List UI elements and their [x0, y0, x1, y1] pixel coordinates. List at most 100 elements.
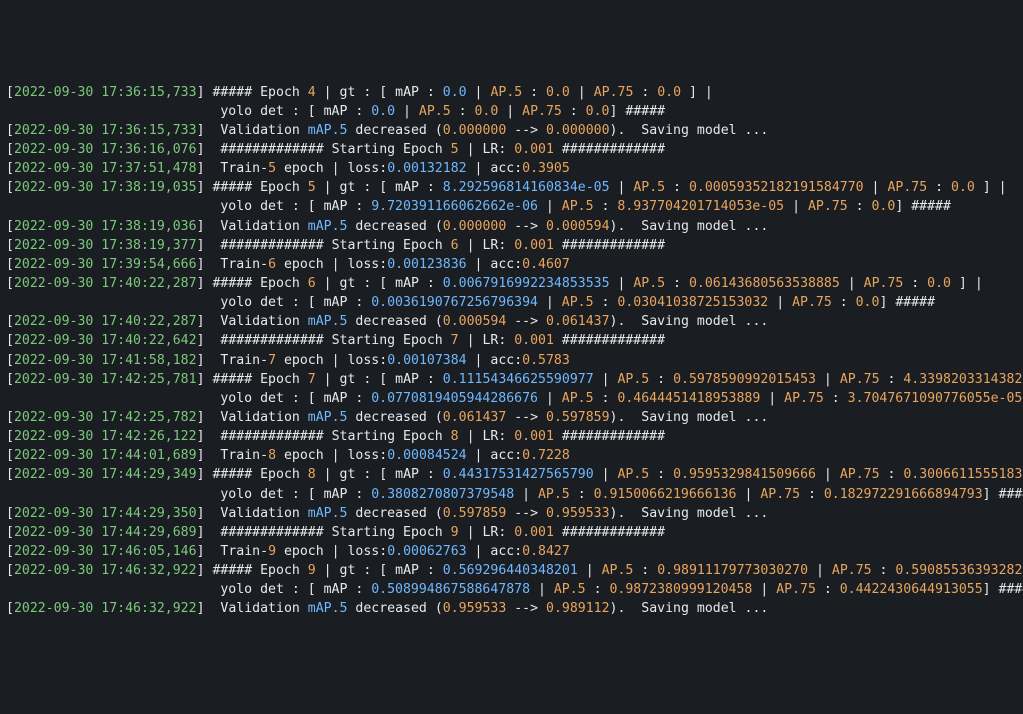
ap75-value: 0.4422430644913055	[840, 582, 983, 597]
bracket-open: [	[6, 429, 14, 444]
bracket-open: [	[6, 544, 14, 559]
train-epoch-number: 6	[268, 257, 276, 272]
epoch-number: 6	[308, 276, 316, 291]
ap75-key: AP.75	[808, 199, 848, 214]
log-line: yolo det : [ mAP : 0.0036190767256796394…	[6, 293, 1023, 312]
ap75-key: AP.75	[864, 276, 904, 291]
ap5-key: AP.5	[562, 199, 594, 214]
ap5-value: 0.9595329841509666	[673, 467, 816, 482]
log-line: [2022-09-30 17:36:15,733] ##### Epoch 4 …	[6, 83, 1023, 102]
ap75-value: 4.339820331438278e-05	[903, 372, 1023, 387]
bracket-close: ]	[197, 506, 205, 521]
log-line: [2022-09-30 17:42:25,782] Validation mAP…	[6, 408, 1023, 427]
acc-value: 0.3905	[522, 161, 570, 176]
start-epoch-number: 8	[451, 429, 459, 444]
ap5-key: AP.5	[562, 391, 594, 406]
validation-to: 0.989112	[546, 601, 610, 616]
epoch-number: 5	[308, 180, 316, 195]
ap5-value: 0.4644451418953889	[617, 391, 760, 406]
ap75-value: 0.0	[871, 199, 895, 214]
log-line: yolo det : [ mAP : 0.0 | AP.5 : 0.0 | AP…	[6, 102, 1023, 121]
ap5-key: AP.5	[617, 372, 649, 387]
map-value: 0.0067916992234853535	[443, 276, 610, 291]
train-epoch-number: 8	[268, 448, 276, 463]
timestamp: 2022-09-30 17:46:05,146	[14, 544, 197, 559]
learning-rate: 0.001	[514, 333, 554, 348]
bracket-close: ]	[197, 448, 205, 463]
ap5-value: 0.9872380999120458	[609, 582, 752, 597]
ap5-key: AP.5	[633, 180, 665, 195]
bracket-open: [	[6, 601, 14, 616]
log-line: [2022-09-30 17:38:19,377] ############# …	[6, 236, 1023, 255]
timestamp: 2022-09-30 17:39:54,666	[14, 257, 197, 272]
acc-value: 0.7228	[522, 448, 570, 463]
bracket-open: [	[6, 142, 14, 157]
timestamp: 2022-09-30 17:40:22,287	[14, 314, 197, 329]
validation-from: 0.000000	[443, 219, 507, 234]
bracket-close: ]	[197, 161, 205, 176]
map-value: 8.292596814160834e-05	[443, 180, 610, 195]
map-value: 9.720391166062662e-06	[371, 199, 538, 214]
bracket-open: [	[6, 525, 14, 540]
ap5-key: AP.5	[602, 563, 634, 578]
bracket-open: [	[6, 333, 14, 348]
timestamp: 2022-09-30 17:46:32,922	[14, 601, 197, 616]
log-line: [2022-09-30 17:44:29,349] ##### Epoch 8 …	[6, 465, 1023, 484]
ap5-key: AP.5	[562, 295, 594, 310]
ap75-key: AP.75	[594, 85, 634, 100]
timestamp: 2022-09-30 17:37:51,478	[14, 161, 197, 176]
ap75-key: AP.75	[784, 391, 824, 406]
bracket-close: ]	[197, 333, 205, 348]
map-value: 0.569296440348201	[443, 563, 578, 578]
log-line: [2022-09-30 17:37:51,478] Train-5 epoch …	[6, 159, 1023, 178]
bracket-open: [	[6, 410, 14, 425]
bracket-close: ]	[197, 467, 205, 482]
start-epoch-number: 6	[451, 238, 459, 253]
timestamp: 2022-09-30 17:44:29,349	[14, 467, 197, 482]
bracket-close: ]	[197, 525, 205, 540]
validation-from: 0.597859	[443, 506, 507, 521]
validation-metric: mAP.5	[308, 506, 348, 521]
bracket-open: [	[6, 85, 14, 100]
start-epoch-number: 5	[451, 142, 459, 157]
bracket-close: ]	[197, 180, 205, 195]
timestamp: 2022-09-30 17:42:26,122	[14, 429, 197, 444]
ap75-value: 0.0	[856, 295, 880, 310]
validation-to: 0.000000	[546, 123, 610, 138]
ap75-value: 3.7047671090776055e-05	[848, 391, 1023, 406]
bracket-close: ]	[197, 238, 205, 253]
map-value: 0.44317531427565790	[443, 467, 594, 482]
bracket-open: [	[6, 276, 14, 291]
bracket-close: ]	[197, 563, 205, 578]
ap75-key: AP.75	[776, 582, 816, 597]
log-line: [2022-09-30 17:36:16,076] ############# …	[6, 140, 1023, 159]
log-line: yolo det : [ mAP : 0.0770819405944286676…	[6, 389, 1023, 408]
ap75-key: AP.75	[522, 104, 562, 119]
bracket-close: ]	[197, 601, 205, 616]
bracket-open: [	[6, 353, 14, 368]
map-value: 0.0770819405944286676	[371, 391, 538, 406]
bracket-close: ]	[197, 85, 205, 100]
ap75-key: AP.75	[887, 180, 927, 195]
log-line: [2022-09-30 17:41:58,182] Train-7 epoch …	[6, 351, 1023, 370]
bracket-open: [	[6, 180, 14, 195]
ap5-value: 0.9150066219666136	[594, 487, 737, 502]
timestamp: 2022-09-30 17:38:19,036	[14, 219, 197, 234]
log-line: [2022-09-30 17:39:54,666] Train-6 epoch …	[6, 255, 1023, 274]
map-value: 0.0	[443, 85, 467, 100]
acc-value: 0.4607	[522, 257, 570, 272]
bracket-close: ]	[197, 410, 205, 425]
validation-from: 0.000594	[443, 314, 507, 329]
map-value: 0.0036190767256796394	[371, 295, 538, 310]
bracket-open: [	[6, 219, 14, 234]
log-line: [2022-09-30 17:46:05,146] Train-9 epoch …	[6, 542, 1023, 561]
ap75-value: 0.30066115551838163	[903, 467, 1023, 482]
validation-to: 0.000594	[546, 219, 610, 234]
log-line: [2022-09-30 17:42:25,781] ##### Epoch 7 …	[6, 370, 1023, 389]
bracket-open: [	[6, 314, 14, 329]
learning-rate: 0.001	[514, 142, 554, 157]
loss-value: 0.00062763	[387, 544, 466, 559]
ap75-key: AP.75	[792, 295, 832, 310]
bracket-open: [	[6, 448, 14, 463]
ap5-key: AP.5	[617, 467, 649, 482]
